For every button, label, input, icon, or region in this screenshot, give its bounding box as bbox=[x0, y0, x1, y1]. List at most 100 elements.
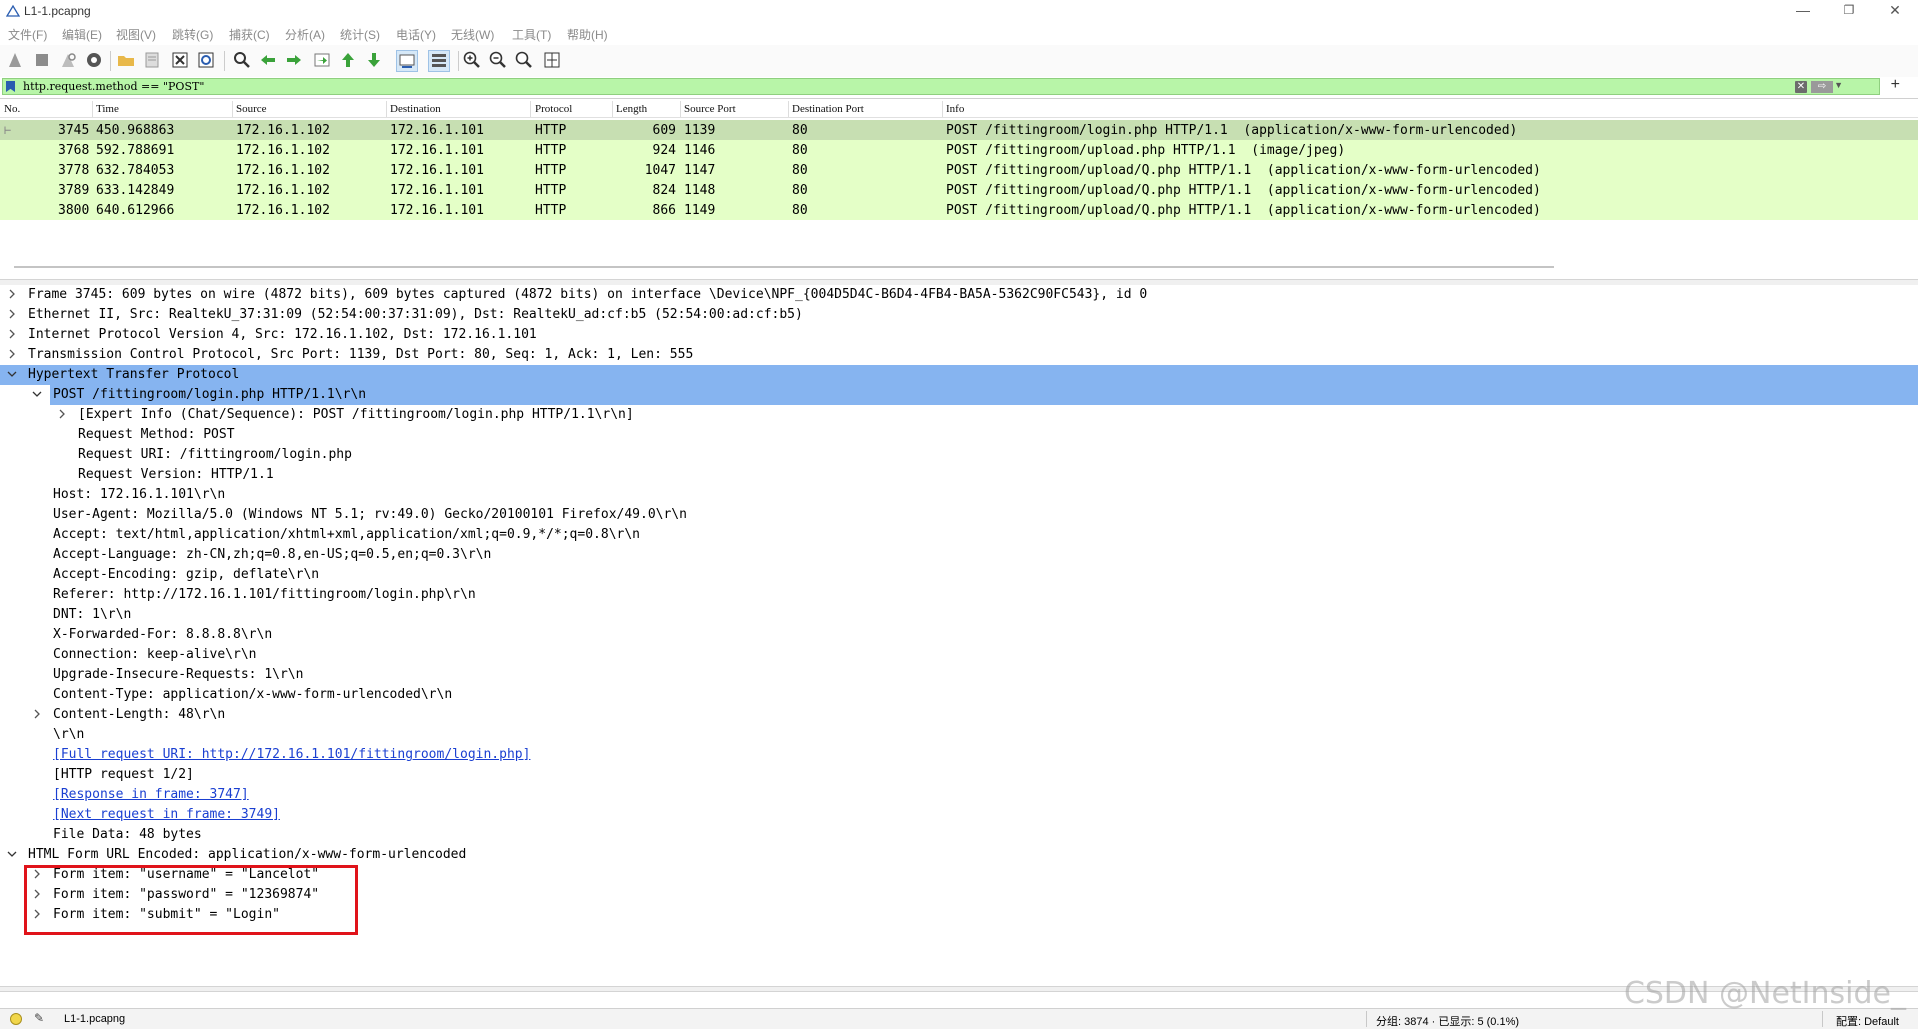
detail-tree-row[interactable]: Accept-Language: zh-CN,zh;q=0.8,en-US;q=… bbox=[0, 545, 1918, 565]
detail-tree-row[interactable]: Hypertext Transfer Protocol bbox=[0, 365, 1918, 385]
column-header-source[interactable]: Source bbox=[236, 103, 267, 115]
expand-arrow-icon[interactable] bbox=[6, 287, 18, 301]
detail-tree-row[interactable]: DNT: 1\r\n bbox=[0, 605, 1918, 625]
close-window-icon[interactable]: ✕ bbox=[1872, 0, 1918, 22]
menu-capture[interactable]: 捕获(C) bbox=[229, 26, 270, 43]
reload-file-icon[interactable] bbox=[196, 50, 216, 70]
column-header-no[interactable]: No. bbox=[4, 103, 20, 115]
detail-tree-row[interactable]: Accept: text/html,application/xhtml+xml,… bbox=[0, 525, 1918, 545]
restore-icon[interactable]: ❐ bbox=[1826, 0, 1872, 22]
close-file-icon[interactable] bbox=[170, 50, 190, 70]
menu-wireless[interactable]: 无线(W) bbox=[451, 26, 494, 43]
detail-tree-row[interactable]: [Response in frame: 3747] bbox=[0, 785, 1918, 805]
detail-tree-row[interactable]: Frame 3745: 609 bytes on wire (4872 bits… bbox=[0, 285, 1918, 305]
menu-edit[interactable]: 编辑(E) bbox=[62, 26, 102, 43]
detail-tree-row[interactable]: [Next request in frame: 3749] bbox=[0, 805, 1918, 825]
detail-tree-row[interactable]: Host: 172.16.1.101\r\n bbox=[0, 485, 1918, 505]
detail-tree-row[interactable]: Accept-Encoding: gzip, deflate\r\n bbox=[0, 565, 1918, 585]
detail-tree-row[interactable]: File Data: 48 bytes bbox=[0, 825, 1918, 845]
find-packet-icon[interactable] bbox=[232, 50, 252, 70]
packet-row[interactable]: ⊢ 3745 450.968863 172.16.1.102 172.16.1.… bbox=[0, 120, 1918, 140]
detail-tree-row[interactable]: POST /fittingroom/login.php HTTP/1.1\r\n bbox=[32, 385, 1918, 405]
menu-telephony[interactable]: 电话(Y) bbox=[396, 26, 436, 43]
detail-tree-row[interactable]: [HTTP request 1/2] bbox=[0, 765, 1918, 785]
detail-tree-row[interactable]: Content-Type: application/x-www-form-url… bbox=[0, 685, 1918, 705]
column-header-destination-port[interactable]: Destination Port bbox=[792, 103, 864, 115]
go-first-packet-icon[interactable] bbox=[338, 50, 358, 70]
column-header-info[interactable]: Info bbox=[946, 103, 964, 115]
shark-fin-start-icon[interactable] bbox=[6, 50, 26, 70]
open-file-icon[interactable] bbox=[116, 50, 136, 70]
detail-tree-row[interactable]: Connection: keep-alive\r\n bbox=[0, 645, 1918, 665]
expand-arrow-icon[interactable] bbox=[6, 347, 18, 361]
detail-tree-row[interactable]: Request Method: POST bbox=[0, 425, 1918, 445]
detail-tree-row[interactable]: Request Version: HTTP/1.1 bbox=[0, 465, 1918, 485]
detail-link-text[interactable]: [Response in frame: 3747] bbox=[53, 787, 249, 802]
filter-bookmark-icon[interactable] bbox=[6, 81, 15, 92]
menu-view[interactable]: 视图(V) bbox=[116, 26, 156, 43]
zoom-in-icon[interactable] bbox=[462, 50, 482, 70]
expand-arrow-icon[interactable] bbox=[31, 707, 43, 721]
detail-tree-row[interactable]: [Full request URI: http://172.16.1.101/f… bbox=[0, 745, 1918, 765]
menu-tools[interactable]: 工具(T) bbox=[512, 26, 551, 43]
display-filter-input[interactable]: http.request.method == "POST" ✕ ⇨ ▼ bbox=[2, 78, 1880, 95]
packet-row[interactable]: 3789 633.142849 172.16.1.102 172.16.1.10… bbox=[0, 180, 1918, 200]
column-header-destination[interactable]: Destination bbox=[390, 103, 441, 115]
detail-link-text[interactable]: [Next request in frame: 3749] bbox=[53, 807, 280, 822]
status-profile[interactable]: 配置: Default bbox=[1836, 1013, 1899, 1029]
column-header-source-port[interactable]: Source Port bbox=[684, 103, 736, 115]
packet-list-horizontal-scrollbar[interactable] bbox=[14, 266, 1554, 268]
packet-row[interactable]: 3768 592.788691 172.16.1.102 172.16.1.10… bbox=[0, 140, 1918, 160]
expand-arrow-icon[interactable] bbox=[6, 307, 18, 321]
apply-filter-icon[interactable]: ⇨ bbox=[1811, 81, 1833, 93]
detail-tree-row[interactable]: Internet Protocol Version 4, Src: 172.16… bbox=[0, 325, 1918, 345]
detail-tree-row[interactable]: [Expert Info (Chat/Sequence): POST /fitt… bbox=[0, 405, 1918, 425]
display-filter-text[interactable]: http.request.method == "POST" bbox=[23, 79, 204, 94]
capture-comment-icon[interactable]: ✎ bbox=[34, 1011, 44, 1025]
minimize-icon[interactable]: — bbox=[1780, 0, 1826, 22]
menu-statistics[interactable]: 统计(S) bbox=[340, 26, 380, 43]
go-forward-icon[interactable] bbox=[284, 50, 304, 70]
detail-link-text[interactable]: [Full request URI: http://172.16.1.101/f… bbox=[53, 747, 530, 762]
expand-arrow-icon[interactable] bbox=[56, 407, 68, 421]
go-to-packet-icon[interactable] bbox=[312, 50, 332, 70]
collapse-arrow-icon[interactable] bbox=[6, 847, 18, 861]
restart-capture-icon[interactable] bbox=[58, 50, 78, 70]
detail-tree-row[interactable]: Transmission Control Protocol, Src Port:… bbox=[0, 345, 1918, 365]
detail-tree-row[interactable]: Ethernet II, Src: RealtekU_37:31:09 (52:… bbox=[0, 305, 1918, 325]
menu-file[interactable]: 文件(F) bbox=[8, 26, 47, 43]
menu-go[interactable]: 跳转(G) bbox=[172, 26, 213, 43]
detail-tree-row[interactable]: Referer: http://172.16.1.101/fittingroom… bbox=[0, 585, 1918, 605]
packet-row[interactable]: 3800 640.612966 172.16.1.102 172.16.1.10… bbox=[0, 200, 1918, 220]
expand-arrow-icon[interactable] bbox=[6, 327, 18, 341]
menu-analyze[interactable]: 分析(A) bbox=[285, 26, 325, 43]
filter-history-dropdown-icon[interactable]: ▼ bbox=[1834, 80, 1843, 90]
go-back-icon[interactable] bbox=[258, 50, 278, 70]
detail-tree-row[interactable]: Content-Length: 48\r\n bbox=[0, 705, 1918, 725]
zoom-out-icon[interactable] bbox=[488, 50, 508, 70]
stop-capture-icon[interactable] bbox=[32, 50, 52, 70]
zoom-normal-icon[interactable] bbox=[514, 50, 534, 70]
detail-tree-row[interactable]: Request URI: /fittingroom/login.php bbox=[0, 445, 1918, 465]
detail-tree-row[interactable]: HTML Form URL Encoded: application/x-www… bbox=[0, 845, 1918, 865]
column-header-time[interactable]: Time bbox=[96, 103, 119, 115]
resize-columns-icon[interactable] bbox=[542, 50, 562, 70]
packet-row[interactable]: 3778 632.784053 172.16.1.102 172.16.1.10… bbox=[0, 160, 1918, 180]
go-last-packet-icon[interactable] bbox=[364, 50, 384, 70]
save-file-icon[interactable] bbox=[142, 50, 162, 70]
column-header-protocol[interactable]: Protocol bbox=[535, 103, 572, 115]
menu-help[interactable]: 帮助(H) bbox=[567, 26, 608, 43]
add-filter-button-icon[interactable]: + bbox=[1891, 76, 1900, 94]
capture-options-icon[interactable] bbox=[84, 50, 104, 70]
collapse-arrow-icon[interactable] bbox=[31, 387, 43, 401]
collapse-arrow-icon[interactable] bbox=[6, 367, 18, 381]
expert-info-status-icon[interactable] bbox=[10, 1013, 22, 1025]
detail-tree-row[interactable]: \r\n bbox=[0, 725, 1918, 745]
auto-scroll-icon[interactable] bbox=[396, 50, 418, 72]
colorize-icon[interactable] bbox=[428, 50, 450, 72]
clear-filter-icon[interactable]: ✕ bbox=[1795, 81, 1807, 93]
detail-tree-row[interactable]: Upgrade-Insecure-Requests: 1\r\n bbox=[0, 665, 1918, 685]
column-header-length[interactable]: Length bbox=[616, 103, 647, 115]
detail-tree-row[interactable]: User-Agent: Mozilla/5.0 (Windows NT 5.1;… bbox=[0, 505, 1918, 525]
detail-tree-row[interactable]: X-Forwarded-For: 8.8.8.8\r\n bbox=[0, 625, 1918, 645]
